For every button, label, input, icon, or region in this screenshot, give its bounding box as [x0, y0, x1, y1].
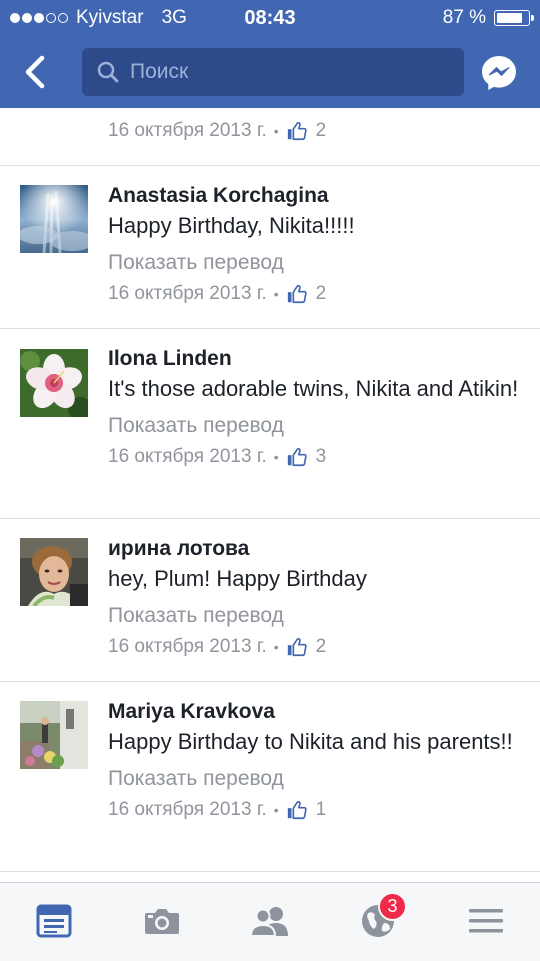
like-count: 3 [315, 446, 327, 467]
friends-icon [250, 907, 288, 937]
back-button[interactable] [18, 50, 58, 94]
tab-news-feed[interactable] [34, 901, 74, 941]
battery-fill [497, 13, 522, 23]
avatar[interactable] [20, 185, 88, 253]
show-translation-link[interactable]: Показать перевод [108, 248, 520, 278]
comment-date: 16 октября 2013 г. [108, 446, 267, 467]
status-bar: Kyivstar 3G 08:43 87 % [0, 0, 540, 36]
battery-icon [494, 10, 534, 26]
comment-meta: 16 октября 2013 г. • 2 [108, 636, 520, 658]
tab-menu[interactable] [466, 901, 506, 941]
search-icon [96, 60, 120, 84]
comment-body: Mariya Kravkova Happy Birthday to Nikita… [108, 697, 520, 821]
tab-notifications[interactable]: 3 [358, 892, 407, 941]
comment-item: Mariya Kravkova Happy Birthday to Nikita… [0, 681, 540, 872]
comment-body: ирина лотова hey, Plum! Happy Birthday П… [108, 534, 520, 658]
comment-date: 16 октября 2013 г. [108, 636, 267, 657]
show-translation-link[interactable]: Показать перевод [108, 764, 520, 794]
avatar[interactable] [20, 701, 88, 769]
meta-separator: • [273, 449, 279, 465]
comment-text: Happy Birthday to Nikita and his parents… [108, 729, 513, 754]
comments-feed[interactable]: 16 октября 2013 г. • 2 Anastasia Korchag… [0, 108, 540, 882]
comment-text: hey, Plum! Happy Birthday [108, 566, 367, 591]
messenger-button[interactable] [479, 53, 519, 93]
nav-bar [0, 36, 540, 108]
bottom-tab-bar: 3 [0, 882, 540, 961]
like-count: 2 [315, 283, 327, 304]
commenter-name[interactable]: Anastasia Korchagina [108, 181, 520, 211]
comment-item: Ilona Linden It's those adorable twins, … [0, 328, 540, 519]
like-icon [286, 799, 308, 821]
avatar[interactable] [20, 349, 88, 417]
comment-meta: 16 октября 2013 г. • 1 [108, 799, 520, 821]
comment-date: 16 октября 2013 г. [108, 799, 267, 820]
show-translation-link[interactable]: Показать перевод [108, 601, 520, 631]
meta-separator: • [273, 123, 279, 139]
comment-meta: 16 октября 2013 г. • 2 [108, 120, 326, 142]
comment-text: It's those adorable twins, Nikita and At… [108, 376, 519, 401]
comment-item: Anastasia Korchagina Happy Birthday, Nik… [0, 165, 540, 329]
meta-separator: • [273, 639, 279, 655]
tab-camera[interactable] [142, 901, 182, 941]
header: Kyivstar 3G 08:43 87 % [0, 0, 540, 108]
battery-percent: 87 % [442, 7, 486, 28]
like-icon [286, 636, 308, 658]
commenter-name[interactable]: Mariya Kravkova [108, 697, 520, 727]
like-icon [286, 120, 308, 142]
chevron-left-icon [25, 55, 45, 89]
like-icon [286, 446, 308, 468]
search-input[interactable] [130, 60, 430, 84]
show-translation-link[interactable]: Показать перевод [108, 411, 520, 441]
comment-body: Ilona Linden It's those adorable twins, … [108, 344, 520, 468]
comment-item: ирина лотова hey, Plum! Happy Birthday П… [0, 518, 540, 682]
meta-separator: • [273, 802, 279, 818]
search-bar[interactable] [82, 48, 464, 96]
comment-meta: 16 октября 2013 г. • 2 [108, 283, 520, 305]
meta-separator: • [273, 286, 279, 302]
comment-date: 16 октября 2013 г. [108, 120, 267, 141]
comment-partial: 16 октября 2013 г. • 2 [0, 108, 540, 166]
menu-icon [469, 909, 503, 933]
commenter-name[interactable]: ирина лотова [108, 534, 520, 564]
like-count: 1 [315, 799, 327, 820]
avatar[interactable] [20, 538, 88, 606]
comment-date: 16 октября 2013 г. [108, 283, 267, 304]
like-count: 2 [315, 120, 327, 141]
status-right: 87 % [442, 7, 534, 29]
messenger-icon [482, 56, 516, 90]
comment-body: Anastasia Korchagina Happy Birthday, Nik… [108, 181, 520, 305]
tab-friends[interactable] [250, 901, 290, 941]
like-count: 2 [315, 636, 327, 657]
comment-text: Happy Birthday, Nikita!!!!! [108, 213, 355, 238]
notification-badge: 3 [378, 892, 407, 921]
news-feed-icon [36, 904, 72, 938]
like-icon [286, 283, 308, 305]
comment-meta: 16 октября 2013 г. • 3 [108, 446, 520, 468]
camera-icon [145, 909, 179, 934]
commenter-name[interactable]: Ilona Linden [108, 344, 520, 374]
